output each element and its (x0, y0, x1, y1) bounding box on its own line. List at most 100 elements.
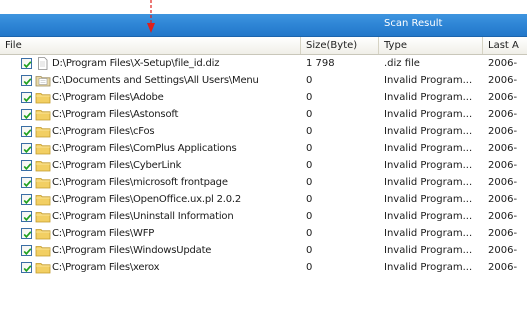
size-cell: 1 798 (306, 58, 335, 69)
size-cell: 0 (306, 126, 313, 137)
row-checkbox[interactable] (21, 109, 32, 120)
file-cell: C:\Program Files\cFos (0, 123, 301, 140)
row-checkbox[interactable] (21, 194, 32, 205)
table-row[interactable]: C:\Program Files\microsoft frontpage 0 I… (0, 174, 527, 191)
column-header-file[interactable]: File (0, 37, 301, 54)
file-cell: C:\Program Files\ComPlus Applications (0, 140, 301, 157)
type-cell: Invalid Program... (384, 143, 473, 154)
folder-icon (35, 244, 51, 257)
row-checkbox[interactable] (21, 228, 32, 239)
table-row[interactable]: C:\Program Files\Uninstall Information 0… (0, 208, 527, 225)
row-checkbox[interactable] (21, 245, 32, 256)
table-row[interactable]: C:\Program Files\WindowsUpdate 0 Invalid… (0, 242, 527, 259)
column-header-size[interactable]: Size(Byte) (301, 37, 379, 54)
file-cell: C:\Program Files\Adobe (0, 89, 301, 106)
last-access-cell: 2006- (488, 262, 518, 273)
file-path: C:\Program Files\ComPlus Applications (52, 143, 237, 154)
type-cell: Invalid Program... (384, 126, 473, 137)
folder-icon (35, 261, 51, 274)
size-cell: 0 (306, 75, 313, 86)
type-cell: Invalid Program... (384, 262, 473, 273)
type-cell: Invalid Program... (384, 92, 473, 103)
file-path: C:\Program Files\Uninstall Information (52, 211, 234, 222)
type-cell: Invalid Program... (384, 75, 473, 86)
row-checkbox[interactable] (21, 177, 32, 188)
file-path: C:\Program Files\OpenOffice.ux.pl 2.0.2 (52, 194, 242, 205)
row-checkbox[interactable] (21, 58, 32, 69)
type-cell: Invalid Program... (384, 211, 473, 222)
last-access-cell: 2006- (488, 58, 518, 69)
last-access-cell: 2006- (488, 245, 518, 256)
size-cell: 0 (306, 177, 313, 188)
folder-documents-icon (35, 74, 51, 87)
file-icon (35, 57, 51, 70)
folder-icon (35, 176, 51, 189)
table-row[interactable]: C:\Program Files\cFos 0 Invalid Program.… (0, 123, 527, 140)
row-checkbox[interactable] (21, 211, 32, 222)
last-access-cell: 2006- (488, 92, 518, 103)
file-cell: C:\Program Files\Astonsoft (0, 106, 301, 123)
scan-result-window: Scan Result File Size(Byte) Type Last A … (0, 0, 527, 311)
folder-icon (35, 159, 51, 172)
window-title: Scan Result (384, 18, 443, 29)
type-cell: Invalid Program... (384, 160, 473, 171)
file-path: C:\Program Files\xerox (52, 262, 160, 273)
last-access-cell: 2006- (488, 126, 518, 137)
table-row[interactable]: C:\Program Files\Adobe 0 Invalid Program… (0, 89, 527, 106)
table-row[interactable]: C:\Program Files\xerox 0 Invalid Program… (0, 259, 527, 276)
table-row[interactable]: C:\Documents and Settings\All Users\Menu… (0, 72, 527, 89)
size-cell: 0 (306, 262, 313, 273)
last-access-cell: 2006- (488, 109, 518, 120)
row-checkbox[interactable] (21, 92, 32, 103)
folder-icon (35, 125, 51, 138)
size-cell: 0 (306, 245, 313, 256)
folder-icon (35, 142, 51, 155)
last-access-cell: 2006- (488, 211, 518, 222)
column-header-row: File Size(Byte) Type Last A (0, 37, 527, 55)
row-checkbox[interactable] (21, 262, 32, 273)
column-header-type[interactable]: Type (379, 37, 483, 54)
top-strip (0, 0, 527, 14)
type-cell: Invalid Program... (384, 194, 473, 205)
table-row[interactable]: D:\Program Files\X-Setup\file_id.diz 1 7… (0, 55, 527, 72)
type-cell: .diz file (384, 58, 420, 69)
file-path: C:\Program Files\Astonsoft (52, 109, 179, 120)
folder-icon (35, 91, 51, 104)
file-path: C:\Program Files\microsoft frontpage (52, 177, 228, 188)
file-cell: C:\Program Files\microsoft frontpage (0, 174, 301, 191)
file-cell: C:\Program Files\Uninstall Information (0, 208, 301, 225)
row-checkbox[interactable] (21, 160, 32, 171)
folder-icon (35, 210, 51, 223)
last-access-cell: 2006- (488, 160, 518, 171)
last-access-cell: 2006- (488, 228, 518, 239)
file-cell: C:\Program Files\OpenOffice.ux.pl 2.0.2 (0, 191, 301, 208)
folder-icon (35, 108, 51, 121)
type-cell: Invalid Program... (384, 245, 473, 256)
size-cell: 0 (306, 194, 313, 205)
file-path: C:\Program Files\cFos (52, 126, 155, 137)
file-cell: C:\Documents and Settings\All Users\Menu (0, 72, 301, 89)
table-row[interactable]: C:\Program Files\Astonsoft 0 Invalid Pro… (0, 106, 527, 123)
size-cell: 0 (306, 92, 313, 103)
size-cell: 0 (306, 109, 313, 120)
table-row[interactable]: C:\Program Files\CyberLink 0 Invalid Pro… (0, 157, 527, 174)
type-cell: Invalid Program... (384, 177, 473, 188)
folder-icon (35, 227, 51, 240)
file-cell: C:\Program Files\xerox (0, 259, 301, 276)
type-cell: Invalid Program... (384, 109, 473, 120)
table-row[interactable]: C:\Program Files\ComPlus Applications 0 … (0, 140, 527, 157)
column-header-last-access[interactable]: Last A (483, 37, 527, 54)
table-row[interactable]: C:\Program Files\WFP 0 Invalid Program..… (0, 225, 527, 242)
last-access-cell: 2006- (488, 194, 518, 205)
type-cell: Invalid Program... (384, 228, 473, 239)
row-checkbox[interactable] (21, 75, 32, 86)
file-cell: C:\Program Files\WindowsUpdate (0, 242, 301, 259)
size-cell: 0 (306, 228, 313, 239)
row-checkbox[interactable] (21, 143, 32, 154)
table-row[interactable]: C:\Program Files\OpenOffice.ux.pl 2.0.2 … (0, 191, 527, 208)
file-path: D:\Program Files\X-Setup\file_id.diz (52, 58, 220, 69)
size-cell: 0 (306, 211, 313, 222)
file-path: C:\Program Files\WFP (52, 228, 155, 239)
last-access-cell: 2006- (488, 177, 518, 188)
row-checkbox[interactable] (21, 126, 32, 137)
